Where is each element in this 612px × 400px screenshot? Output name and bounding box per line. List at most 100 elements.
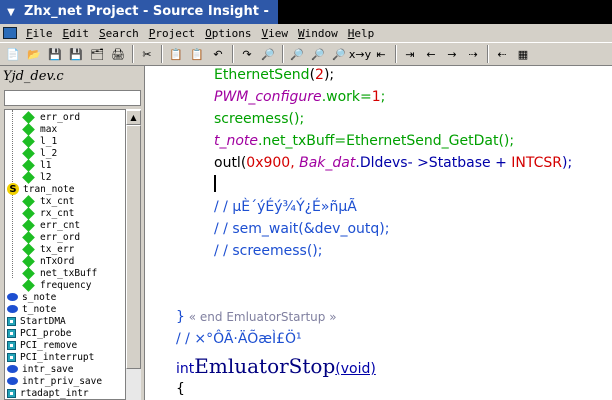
search-files-icon[interactable]: 🔎 <box>287 44 307 64</box>
symbol-list-item[interactable]: s_note <box>7 291 56 303</box>
symbol-label: err_cnt <box>40 219 81 231</box>
symbol-label: tx_cnt <box>40 195 75 207</box>
symbol-list-item[interactable]: tx_cnt <box>22 194 75 208</box>
symbol-list-item[interactable]: err_cnt <box>22 218 81 232</box>
member-diamond-icon <box>22 158 35 172</box>
new-file-icon[interactable]: 📄 <box>3 44 23 64</box>
symbol-list-item[interactable]: err_ord <box>22 230 81 244</box>
title-bar[interactable]: ▼ Zhx_net Project - Source Insight - <box>0 0 278 24</box>
toolbar-separator <box>282 45 284 63</box>
menu-help[interactable]: Help <box>343 27 380 40</box>
menu-options[interactable]: Options <box>200 27 256 40</box>
search-icon[interactable]: 🔎 <box>258 44 278 64</box>
replace-icon[interactable]: 🔎 <box>329 44 349 64</box>
symbol-list-item[interactable]: l2 <box>22 170 51 184</box>
save-all-icon[interactable]: 💾 <box>66 44 86 64</box>
undo-icon[interactable]: ↶ <box>208 44 228 64</box>
symbol-list[interactable]: err_ord max l_1 l_2 l1 l2 Stran_note tx_cnt rx_c… <box>4 109 126 400</box>
system-menu-icon[interactable]: ▼ <box>4 6 18 18</box>
comment-line-4: / / ×°ÔÃ·ÄÕæÌ£Ö¹ <box>176 331 302 347</box>
member-diamond-icon <box>22 266 35 280</box>
scroll-up-arrow-icon[interactable]: ▲ <box>126 110 141 125</box>
symbol-label: l_2 <box>40 147 58 159</box>
symbol-list-item[interactable]: frequency <box>22 278 92 292</box>
menu-window[interactable]: Window <box>293 27 343 40</box>
comment-line-2: / / sem_wait(&dev_outq); <box>214 221 390 237</box>
jump-left-icon[interactable]: ⇤ <box>371 44 391 64</box>
symbol-label: max <box>40 123 58 135</box>
symbol-list-item[interactable]: l_2 <box>22 146 58 160</box>
symbol-label: tran_note <box>23 183 75 195</box>
lookup-icon[interactable]: x→y <box>349 44 371 64</box>
code-line-screemess: screemess(); <box>214 111 305 127</box>
symbol-list-item[interactable]: net_txBuff <box>22 266 97 280</box>
symbol-label: err_ord <box>40 231 81 243</box>
symbol-list-item[interactable]: PCI_probe <box>7 327 71 339</box>
symbol-list-item[interactable]: PCI_remove <box>7 339 77 351</box>
menu-project[interactable]: Project <box>144 27 200 40</box>
search-project-icon[interactable]: 🔎 <box>308 44 328 64</box>
symbol-list-item[interactable]: Stran_note <box>7 183 74 195</box>
symbol-list-item[interactable]: intr_priv_save <box>7 375 102 387</box>
menu-edit[interactable]: Edit <box>58 27 95 40</box>
code-editor[interactable]: EthernetSend(2); PWM_configure.work=1; s… <box>145 66 612 400</box>
symbol-list-item[interactable]: tx_err <box>22 242 74 256</box>
member-diamond-icon <box>22 278 35 292</box>
code-line-net-txbuff: t_note.net_txBuff=EthernetSend_GetDat(); <box>214 133 515 149</box>
symbol-list-item[interactable]: l_1 <box>22 134 58 148</box>
toolbar: 📄 📂 💾 💾 🗂 🖨 ✂ 📋 📋 ↶ ↷ 🔎 🔎 🔎 🔎 x→y ⇤ ⇥ ← → ⇢ ⇠ ▦ <box>0 42 612 66</box>
symbol-list-item[interactable]: rx_cnt <box>22 206 74 220</box>
symbol-label: PCI_probe <box>20 327 72 339</box>
symbol-label: PCI_interrupt <box>20 351 95 363</box>
cut-icon[interactable]: ✂ <box>137 44 157 64</box>
symbol-list-item[interactable]: l1 <box>22 158 51 172</box>
function-icon <box>7 352 16 362</box>
symbol-list-item[interactable]: max <box>22 122 58 136</box>
symbol-label: err_ord <box>40 111 81 123</box>
paste-icon[interactable]: 📋 <box>187 44 207 64</box>
symbol-list-item[interactable]: rtadapt_intr <box>7 387 89 399</box>
copy-icon[interactable]: 📋 <box>166 44 186 64</box>
symbol-list-scrollbar[interactable]: ▲ <box>126 109 141 400</box>
symbol-label: l_1 <box>40 135 58 147</box>
close-file-icon[interactable]: 🗂 <box>87 44 107 64</box>
print-icon[interactable]: 🖨 <box>108 44 128 64</box>
function-open-brace: { <box>176 381 185 397</box>
symbol-label: nTxOrd <box>40 255 75 267</box>
member-diamond-icon <box>22 242 35 256</box>
function-end-marker: } « end EmluatorStartup » <box>176 309 337 325</box>
relation-window-icon[interactable]: ▦ <box>513 44 533 64</box>
function-icon <box>7 340 16 350</box>
symbol-list-item[interactable]: intr_save <box>7 363 73 375</box>
back-icon[interactable]: ← <box>421 44 441 64</box>
variable-icon <box>7 293 18 301</box>
forward-icon[interactable]: → <box>442 44 462 64</box>
code-line-outl: outl(0x900, Bak_dat.Dldevs- >Statbase + … <box>214 155 573 171</box>
prev-link-icon[interactable]: ⇠ <box>492 44 512 64</box>
symbol-list-item[interactable]: err_ord <box>22 110 81 124</box>
redo-icon[interactable]: ↷ <box>237 44 257 64</box>
symbol-filter-input[interactable] <box>4 90 141 106</box>
open-folder-icon[interactable]: 📂 <box>24 44 44 64</box>
menu-view[interactable]: View <box>257 27 294 40</box>
symbol-list-item[interactable]: PCI_interrupt <box>7 351 94 363</box>
variable-icon <box>7 305 18 313</box>
member-diamond-icon <box>22 218 35 232</box>
variable-icon <box>7 377 18 385</box>
function-icon <box>7 316 16 326</box>
scroll-thumb[interactable] <box>126 125 141 369</box>
menu-file[interactable]: File <box>21 27 58 40</box>
symbol-list-item[interactable]: nTxOrd <box>22 254 75 268</box>
member-diamond-icon <box>22 194 35 208</box>
symbol-list-item[interactable]: StartDMA <box>7 315 66 327</box>
function-icon <box>7 388 16 398</box>
jump-right-icon[interactable]: ⇥ <box>400 44 420 64</box>
save-icon[interactable]: 💾 <box>45 44 65 64</box>
symbol-list-item[interactable]: t_note <box>7 303 56 315</box>
symbol-label: intr_priv_save <box>22 375 103 387</box>
toolbar-separator <box>232 45 234 63</box>
symbol-label: frequency <box>40 279 92 291</box>
app-icon[interactable] <box>3 27 17 39</box>
next-link-icon[interactable]: ⇢ <box>463 44 483 64</box>
menu-search[interactable]: Search <box>94 27 144 40</box>
